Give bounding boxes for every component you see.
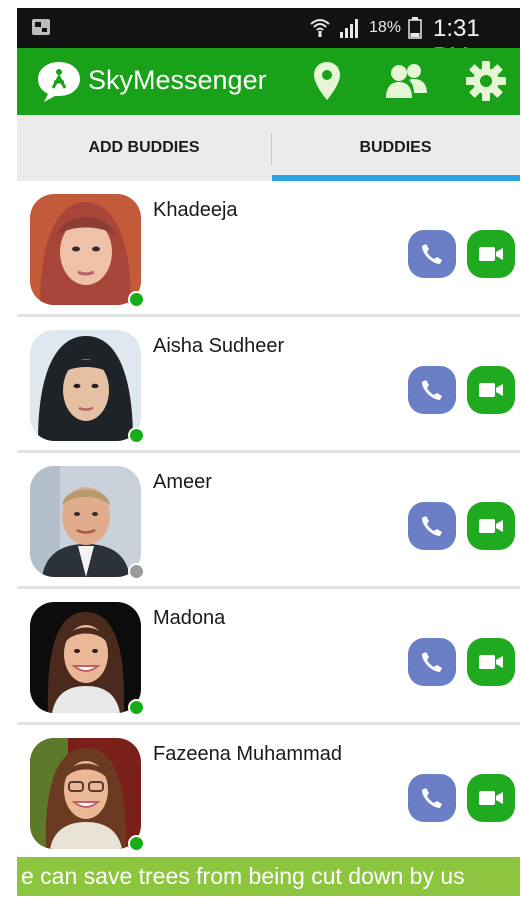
avatar[interactable] xyxy=(30,466,141,577)
status-online-dot xyxy=(128,427,145,444)
app-logo-icon xyxy=(38,62,80,102)
battery-percentage: 18% xyxy=(369,19,402,36)
tab-buddies[interactable]: BUDDIES xyxy=(271,115,520,181)
tab-bar: ADD BUDDIES BUDDIES xyxy=(17,115,520,181)
list-item[interactable]: Madona xyxy=(17,589,520,725)
voice-call-button[interactable] xyxy=(408,366,456,414)
phone-icon xyxy=(422,244,442,264)
video-call-button[interactable] xyxy=(467,774,515,822)
video-camera-icon xyxy=(479,791,503,805)
video-camera-icon xyxy=(479,519,503,533)
marquee-text: e can save trees from being cut down by … xyxy=(21,863,465,889)
tab-add-buddies[interactable]: ADD BUDDIES xyxy=(17,115,271,181)
status-online-dot xyxy=(128,699,145,716)
battery-icon xyxy=(408,17,422,39)
app-bar: SkyMessenger xyxy=(17,48,520,115)
avatar[interactable] xyxy=(30,738,141,849)
voice-call-button[interactable] xyxy=(408,638,456,686)
buddy-name: Ameer xyxy=(153,471,212,493)
video-camera-icon xyxy=(479,655,503,669)
buddy-name: Madona xyxy=(153,607,226,629)
phone-screen: 18% 1:31 PM SkyMessenger xyxy=(17,8,520,896)
list-item[interactable]: Aisha Sudheer xyxy=(17,317,520,453)
buddy-name: Fazeena Muhammad xyxy=(153,743,342,765)
video-call-button[interactable] xyxy=(467,230,515,278)
phone-icon xyxy=(422,652,442,672)
voice-call-button[interactable] xyxy=(408,774,456,822)
status-online-dot xyxy=(128,291,145,308)
phone-icon xyxy=(422,380,442,400)
video-call-button[interactable] xyxy=(467,366,515,414)
status-bar: 18% 1:31 PM xyxy=(17,8,520,70)
marquee-banner: e can save trees from being cut down by … xyxy=(17,857,520,896)
location-pin-icon[interactable] xyxy=(301,55,353,107)
status-online-dot xyxy=(128,835,145,852)
voice-call-button[interactable] xyxy=(408,230,456,278)
avatar[interactable] xyxy=(30,194,141,305)
phone-icon xyxy=(422,788,442,808)
wifi-icon xyxy=(310,19,330,37)
voice-call-button[interactable] xyxy=(408,502,456,550)
avatar[interactable] xyxy=(30,602,141,713)
video-camera-icon xyxy=(479,383,503,397)
settings-gear-icon[interactable] xyxy=(460,55,512,107)
list-item[interactable]: Ameer xyxy=(17,453,520,589)
app-title: SkyMessenger xyxy=(88,65,267,95)
buddy-name: Khadeeja xyxy=(153,199,238,221)
status-offline-dot xyxy=(128,563,145,580)
buddy-name: Aisha Sudheer xyxy=(153,335,285,357)
signal-icon xyxy=(340,19,358,38)
phone-icon xyxy=(422,516,442,536)
buddy-list: Khadeeja Aisha Sudheer Ameer Madona Faze… xyxy=(17,181,520,861)
video-call-button[interactable] xyxy=(467,502,515,550)
list-item[interactable]: Fazeena Muhammad xyxy=(17,725,520,861)
buddies-icon[interactable] xyxy=(381,55,433,107)
video-call-button[interactable] xyxy=(467,638,515,686)
video-camera-icon xyxy=(479,247,503,261)
notification-icon xyxy=(32,19,50,35)
list-item[interactable]: Khadeeja xyxy=(17,181,520,317)
avatar[interactable] xyxy=(30,330,141,441)
